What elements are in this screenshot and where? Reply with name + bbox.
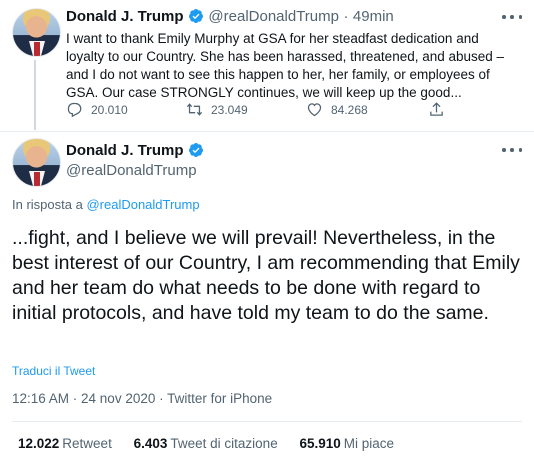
tweet-text: I want to thank Emily Murphy at GSA for …: [66, 31, 505, 100]
verified-icon: [188, 143, 203, 157]
retweet-icon: [186, 103, 203, 116]
thread-line: [34, 60, 36, 130]
verified-icon: [188, 9, 203, 23]
tweet2-name: Donald J. Trump: [66, 142, 204, 160]
share-icon: [430, 102, 443, 116]
likes-label: Mi piace: [343, 436, 395, 451]
tweet-divider: [0, 131, 534, 132]
author-name[interactable]: Donald J. Trump: [66, 8, 184, 25]
stats-divider: [12, 421, 522, 422]
author-handle[interactable]: @realDonaldTrump: [208, 8, 339, 25]
retweets-stat[interactable]: 12.022 Retweet: [18, 436, 112, 451]
reply-count: 20.010: [91, 102, 128, 117]
reply-button[interactable]: 20.010: [66, 101, 128, 118]
like-count: 84.268: [331, 102, 368, 117]
avatar[interactable]: [12, 8, 61, 57]
dot-separator: ·: [343, 8, 349, 25]
retweets-label: Retweet: [62, 436, 112, 451]
like-button[interactable]: 84.268: [306, 101, 368, 118]
reply-prefix: In risposta a: [12, 197, 83, 212]
translate-link[interactable]: Traduci il Tweet: [12, 364, 95, 378]
reply-context: In risposta a @realDonaldTrump: [12, 197, 200, 212]
author-handle[interactable]: @realDonaldTrump: [66, 162, 197, 179]
retweet-count: 23.049: [211, 102, 248, 117]
tweet-actions: 20.010 23.049 84.268: [66, 101, 456, 121]
quotes-stat[interactable]: 6.403 Tweet di citazione: [134, 436, 278, 451]
retweets-count: 12.022: [18, 436, 60, 451]
tweet-timestamp[interactable]: 12:16 AM · 24 nov 2020 · Twitter for iPh…: [12, 391, 272, 406]
retweet-button[interactable]: 23.049: [186, 101, 248, 118]
tweet-text: ...fight, and I believe we will prevail!…: [12, 227, 520, 324]
reply-to-link[interactable]: @realDonaldTrump: [86, 197, 199, 212]
author-name[interactable]: Donald J. Trump: [66, 142, 184, 159]
tweet1-header: Donald J. Trump @realDonaldTrump · 49min: [66, 8, 394, 26]
more-icon[interactable]: [502, 143, 522, 157]
share-button[interactable]: [428, 101, 453, 118]
reply-icon: [67, 102, 82, 118]
tweet2-handle-row: @realDonaldTrump: [66, 162, 197, 180]
like-icon: [307, 103, 322, 117]
likes-stat[interactable]: 65.910 Mi piace: [299, 436, 394, 451]
likes-count: 65.910: [299, 436, 341, 451]
quotes-label: Tweet di citazione: [170, 436, 278, 451]
avatar[interactable]: [12, 138, 61, 187]
more-icon[interactable]: [502, 10, 522, 24]
tweet-stats: 12.022 Retweet 6.403 Tweet di citazione 65…: [18, 436, 412, 451]
tweet-time[interactable]: 49min: [353, 8, 394, 25]
quotes-count: 6.403: [133, 436, 168, 451]
